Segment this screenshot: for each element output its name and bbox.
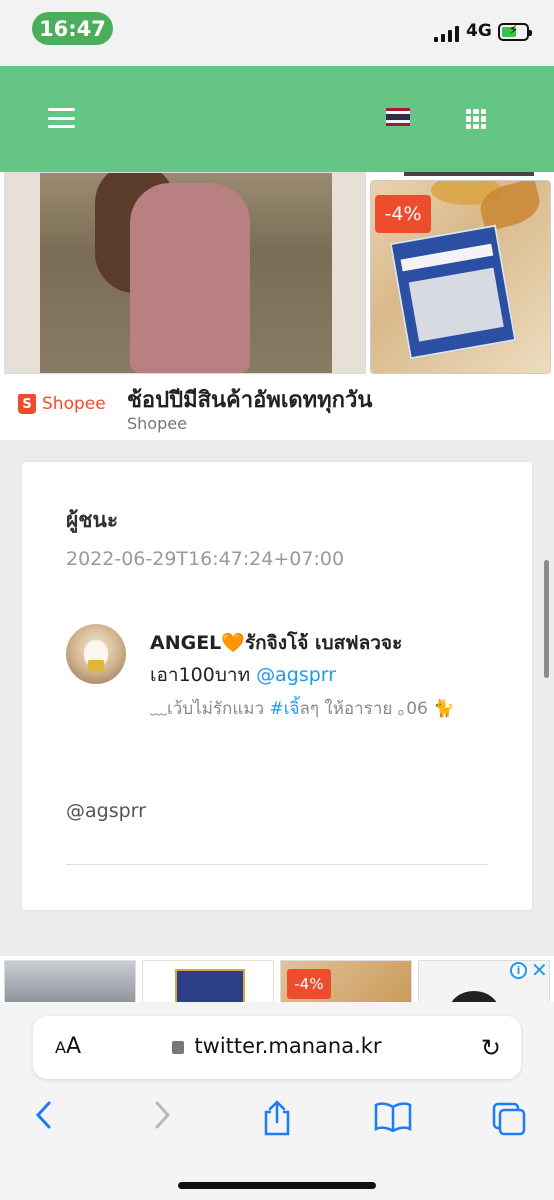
shopee-ad[interactable]: -4% S Shopee ช้อปปีมีสินค้าอัพเดททุกวัน … <box>0 172 554 440</box>
bookmarks-icon[interactable] <box>374 1102 412 1132</box>
hashtag-link[interactable]: #เจ <box>269 699 299 719</box>
user-name[interactable]: ANGEL🧡รักจิงโจ้ เบสฟลวจะ <box>150 628 402 658</box>
adchoices[interactable]: i ✕ <box>510 958 548 982</box>
page-scrollbar[interactable] <box>544 560 549 678</box>
ad-divider <box>404 172 534 176</box>
signal-icon <box>434 26 459 42</box>
reload-icon[interactable]: ↻ <box>481 1034 501 1062</box>
bottom-ad-banner[interactable]: -4% i ✕ <box>0 956 554 1006</box>
post-heading: ผู้ชนะ <box>66 508 119 532</box>
ad-title[interactable]: ช้อปปีมีสินค้าอัพเดททุกวัน <box>127 382 372 417</box>
ad-subtitle: Shopee <box>127 414 187 433</box>
share-icon[interactable] <box>262 1100 292 1136</box>
thailand-flag-icon[interactable] <box>386 108 410 126</box>
discount-badge: -4% <box>287 969 331 999</box>
post-timestamp: 2022-06-29T16:47:24+07:00 <box>66 548 345 570</box>
shopee-bag-icon: S <box>18 394 36 414</box>
site-header <box>0 66 554 172</box>
url-field[interactable]: twitter.manana.kr <box>33 1034 521 1058</box>
discount-badge: -4% <box>375 195 431 233</box>
status-time: 16:47 <box>32 12 113 45</box>
lock-icon <box>172 1041 185 1054</box>
home-indicator <box>178 1182 376 1189</box>
status-bar: 16:47 4G ⚡ <box>0 0 554 66</box>
post-card: ผู้ชนะ 2022-06-29T16:47:24+07:00 ANGEL🧡ร… <box>22 462 532 910</box>
divider <box>66 864 488 865</box>
ad-thumb[interactable]: -4% <box>280 960 412 1006</box>
shopee-logo[interactable]: S Shopee <box>18 394 106 414</box>
grid-icon[interactable] <box>466 109 486 129</box>
hamburger-icon[interactable] <box>48 108 75 128</box>
network-label: 4G <box>466 21 492 41</box>
address-bar[interactable]: AA twitter.manana.kr ↻ <box>33 1016 521 1079</box>
avatar[interactable] <box>66 624 126 684</box>
ad-thumb[interactable] <box>142 960 274 1006</box>
mention-link[interactable]: @agsprr <box>256 664 336 686</box>
post-handle: @agsprr <box>66 800 146 822</box>
ad-product-image-book[interactable]: -4% <box>370 180 551 374</box>
info-icon[interactable]: i <box>510 961 527 979</box>
tabs-icon[interactable] <box>492 1102 526 1136</box>
ad-thumb[interactable] <box>4 960 136 1006</box>
forward-chevron-icon[interactable] <box>152 1100 172 1130</box>
shopee-brand-label: Shopee <box>42 394 106 414</box>
close-icon[interactable]: ✕ <box>531 958 548 982</box>
browser-toolbar: AA twitter.manana.kr ↻ <box>0 1002 554 1200</box>
user-name-line2: เอา100บาท @agsprr <box>150 664 337 686</box>
user-bio: ﹏เว้บไม่รักแมว #เจิ้ลๆ ให้อาราย ｡06 🐈 <box>150 699 455 719</box>
battery-icon: ⚡ <box>498 23 532 41</box>
back-chevron-icon[interactable] <box>34 1100 54 1130</box>
ad-product-image[interactable] <box>4 172 366 374</box>
